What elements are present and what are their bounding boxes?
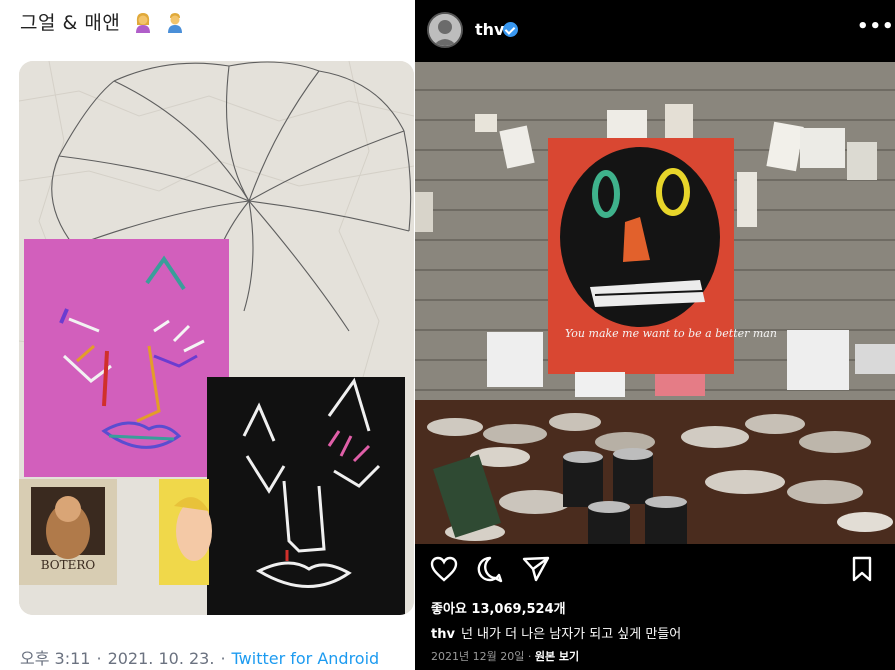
- tweet-text: 그얼 & 매앤: [20, 8, 185, 35]
- woman-emoji-icon: [135, 13, 150, 33]
- botero-book: BOTERO: [19, 479, 117, 585]
- instagram-panel: thv ••• You make me want to be a better …: [415, 0, 895, 670]
- heart-icon[interactable]: [429, 554, 459, 584]
- tweet-date: 2021. 10. 23.: [107, 649, 215, 668]
- painting-inscription: You make me want to be a better man: [565, 327, 777, 340]
- meta-separator: ·: [220, 649, 226, 668]
- share-icon[interactable]: [521, 554, 551, 584]
- caption-text: 넌 내가 더 나은 남자가 되고 싶게 만들어: [460, 627, 682, 642]
- black-face-painting: [207, 377, 405, 615]
- avatar[interactable]: [427, 12, 463, 48]
- book-title: BOTERO: [41, 558, 96, 572]
- caption-username[interactable]: thv: [431, 627, 455, 642]
- avatar-image: [429, 14, 461, 46]
- view-original-link[interactable]: 원본 보기: [535, 650, 579, 663]
- date-separator: ·: [527, 650, 532, 663]
- tweet-source-link[interactable]: Twitter for Android: [232, 649, 380, 668]
- caption: thv 넌 내가 더 나은 남자가 되고 싶게 만들어: [431, 623, 681, 642]
- username[interactable]: thv: [475, 20, 504, 39]
- more-dots-icon[interactable]: •••: [857, 16, 895, 37]
- crate-right: [787, 330, 849, 390]
- pink-face-painting: [24, 239, 229, 477]
- artwork-wall-scene: BOTERO: [19, 61, 414, 615]
- instagram-photo[interactable]: You make me want to be a better man: [415, 62, 895, 544]
- instagram-header: thv •••: [415, 0, 895, 62]
- tweet-meta: 오후 3:11 · 2021. 10. 23. · Twitter for Androi…: [20, 645, 379, 669]
- heater: [855, 344, 895, 374]
- likes-count[interactable]: 좋아요 13,069,524개: [431, 598, 566, 617]
- post-date-row: 2021년 12월 20일 · 원본 보기: [431, 648, 579, 664]
- tweet-time: 오후 3:11: [20, 649, 91, 668]
- crate-left: [487, 332, 543, 387]
- tweet-photo[interactable]: BOTERO: [19, 61, 414, 615]
- man-emoji-icon: [168, 13, 183, 33]
- tweet-panel: 그얼 & 매앤 BOTERO 오후 3:11 · 2021. 10. 23. ·…: [0, 0, 415, 670]
- studio-scene: You make me want to be a better man: [415, 62, 895, 544]
- meta-separator: ·: [96, 649, 102, 668]
- tweet-body: 그얼 & 매앤: [20, 12, 121, 34]
- pop-art-book: [159, 479, 212, 585]
- verified-badge-icon: [503, 22, 518, 37]
- bookmark-icon[interactable]: [847, 554, 877, 584]
- comment-icon[interactable]: [475, 554, 505, 584]
- action-bar: [415, 554, 895, 588]
- post-date: 2021년 12월 20일: [431, 650, 525, 663]
